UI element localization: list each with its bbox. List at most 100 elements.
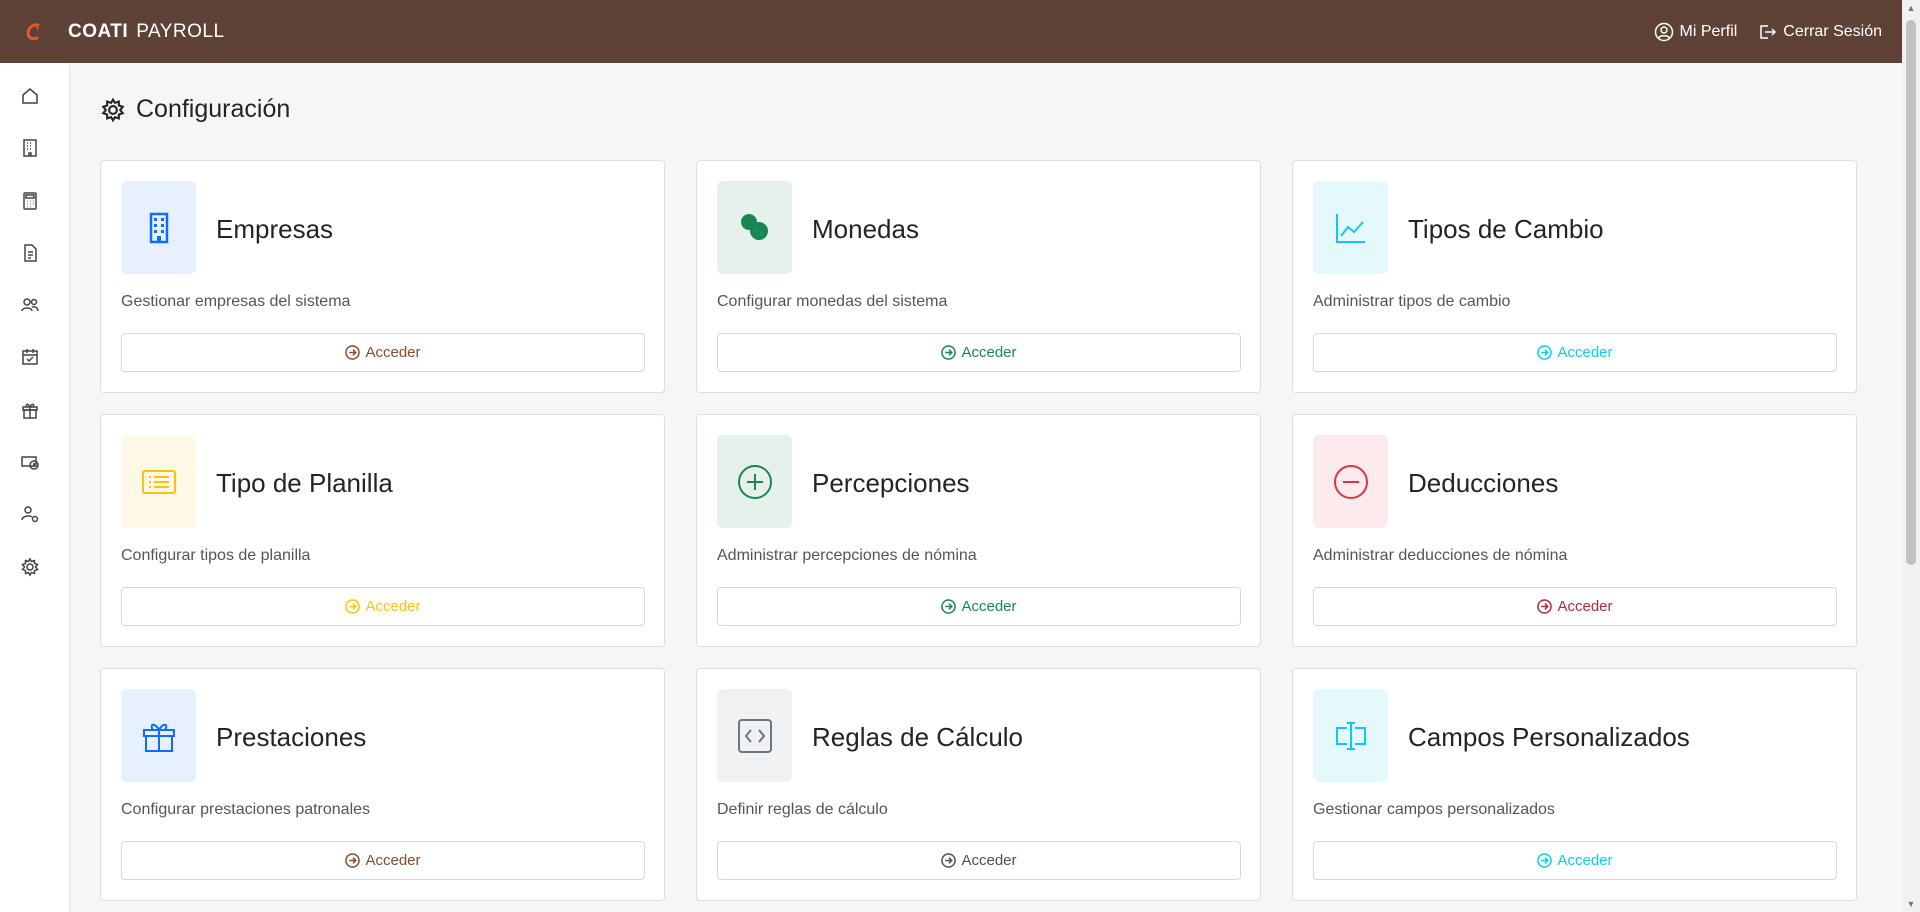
- arrow-right-circle-icon: [345, 853, 361, 868]
- access-button[interactable]: Acceder: [121, 587, 645, 626]
- card-description: Administrar tipos de cambio: [1313, 293, 1511, 310]
- card-title: Deducciones: [1408, 468, 1559, 498]
- access-button-label: Acceder: [961, 598, 1017, 615]
- card-empresas: Empresas Gestionar empresas del sistema …: [100, 160, 665, 393]
- scroll-down-arrow-icon[interactable]: ▼: [1906, 899, 1916, 909]
- page-title: Configuración: [100, 95, 290, 124]
- card-reglas-de-calculo: Reglas de Cálculo Definir reglas de cálc…: [696, 668, 1261, 901]
- gear-icon: [101, 97, 125, 122]
- sidebar-item-employees[interactable]: [19, 294, 41, 316]
- card-icon-box: € $: [717, 181, 792, 274]
- sidebar-item-calculator[interactable]: [19, 190, 41, 212]
- card-icon-box: [717, 435, 792, 528]
- sidebar-item-calendar[interactable]: [19, 346, 41, 368]
- card-title: Tipo de Planilla: [216, 468, 393, 498]
- arrow-right-circle-icon: [941, 853, 957, 868]
- access-button[interactable]: Acceder: [717, 841, 1241, 880]
- card-title: Empresas: [216, 214, 334, 244]
- card-icon-box: [121, 435, 196, 528]
- card-icon-box: [1313, 181, 1388, 274]
- arrow-right-circle-icon: [941, 599, 957, 614]
- svg-text:€: €: [745, 218, 751, 229]
- chart-line-icon: [1335, 213, 1365, 243]
- gift-icon: [22, 403, 38, 419]
- sidebar-item-benefits[interactable]: [19, 399, 41, 421]
- input-cursor-icon: [1335, 721, 1366, 750]
- card-title: Tipos de Cambio: [1408, 214, 1604, 244]
- scroll-up-arrow-icon[interactable]: ▲: [1906, 3, 1916, 13]
- card-prestaciones: Prestaciones Configurar prestaciones pat…: [100, 668, 665, 901]
- card-icon-box: [121, 689, 196, 782]
- sidebar-item-home[interactable]: [19, 85, 41, 107]
- access-button[interactable]: Acceder: [1313, 587, 1837, 626]
- arrow-right-circle-icon: [1537, 599, 1553, 614]
- calendar-check-icon: [22, 349, 38, 365]
- plus-circle-icon: [737, 464, 772, 499]
- calculator-icon: [23, 192, 37, 210]
- card-description: Configurar monedas del sistema: [717, 293, 948, 310]
- card-deducciones: Deducciones Administrar deducciones de n…: [1292, 414, 1857, 647]
- card-campos-personalizados: Campos Personalizados Gestionar campos p…: [1292, 668, 1857, 901]
- access-button-label: Acceder: [1557, 852, 1613, 869]
- access-button-label: Acceder: [1557, 598, 1613, 615]
- brand-logo[interactable]: [0, 0, 68, 63]
- scroll-thumb[interactable]: [1906, 20, 1916, 565]
- access-button-label: Acceder: [365, 598, 421, 615]
- card-tipo-de-planilla: Tipo de Planilla Configurar tipos de pla…: [100, 414, 665, 647]
- card-icon-box: [121, 181, 196, 274]
- access-button[interactable]: Acceder: [717, 333, 1241, 372]
- page-scrollbar[interactable]: ▲ ▼: [1902, 0, 1920, 912]
- card-description: Definir reglas de cálculo: [717, 801, 888, 818]
- sidebar: [0, 63, 70, 912]
- users-icon: [21, 298, 39, 312]
- sidebar-item-companies[interactable]: [19, 137, 41, 159]
- card-icon-box: [717, 689, 792, 782]
- home-icon: [22, 88, 38, 104]
- page-title-text: Configuración: [136, 95, 291, 123]
- profile-link[interactable]: Mi Perfil: [1654, 22, 1738, 42]
- access-button[interactable]: Acceder: [1313, 841, 1837, 880]
- logout-icon: [1760, 24, 1777, 39]
- sidebar-item-payments[interactable]: [19, 451, 41, 473]
- access-button[interactable]: Acceder: [717, 587, 1241, 626]
- coati-logo-icon: [26, 22, 40, 40]
- access-button[interactable]: Acceder: [1313, 333, 1837, 372]
- main-content: Configuración Empresas Gestionar empresa…: [70, 63, 1902, 912]
- card-description: Configurar tipos de planilla: [121, 547, 311, 564]
- building-icon: [23, 139, 37, 157]
- card-tipos-de-cambio: Tipos de Cambio Administrar tipos de cam…: [1292, 160, 1857, 393]
- card-icon-box: [1313, 435, 1388, 528]
- profile-label: Mi Perfil: [1679, 22, 1738, 40]
- brand-name-bold: COATI: [68, 20, 129, 42]
- brand-name-light: PAYROLL: [136, 20, 225, 42]
- access-button-label: Acceder: [365, 852, 421, 869]
- gear-icon: [21, 557, 39, 577]
- arrow-right-circle-icon: [345, 599, 361, 614]
- card-title: Prestaciones: [216, 722, 367, 752]
- logout-link[interactable]: Cerrar Sesión: [1757, 22, 1882, 42]
- gift-icon: [142, 723, 175, 752]
- card-description: Gestionar empresas del sistema: [121, 293, 351, 310]
- card-description: Administrar percepciones de nómina: [717, 547, 977, 564]
- arrow-right-circle-icon: [1537, 853, 1553, 868]
- sidebar-item-users[interactable]: [19, 503, 41, 525]
- minus-circle-icon: [1333, 464, 1368, 499]
- building-icon: [149, 212, 168, 243]
- access-button-label: Acceder: [961, 852, 1017, 869]
- card-description: Gestionar campos personalizados: [1313, 801, 1555, 818]
- svg-text:$: $: [754, 225, 762, 240]
- card-percepciones: Percepciones Administrar percepciones de…: [696, 414, 1261, 647]
- access-button[interactable]: Acceder: [121, 333, 645, 372]
- user-circle-icon: [1654, 22, 1673, 41]
- card-title: Percepciones: [812, 468, 970, 498]
- sidebar-item-settings[interactable]: [19, 556, 41, 578]
- sidebar-item-documents[interactable]: [19, 242, 41, 264]
- code-icon: [737, 718, 772, 753]
- access-button-label: Acceder: [961, 344, 1017, 361]
- arrow-right-circle-icon: [345, 345, 361, 360]
- logout-label: Cerrar Sesión: [1783, 22, 1882, 40]
- brand-name[interactable]: COATI PAYROLL: [68, 21, 225, 43]
- card-icon-box: [1313, 689, 1388, 782]
- access-button[interactable]: Acceder: [121, 841, 645, 880]
- list-icon: [141, 469, 176, 494]
